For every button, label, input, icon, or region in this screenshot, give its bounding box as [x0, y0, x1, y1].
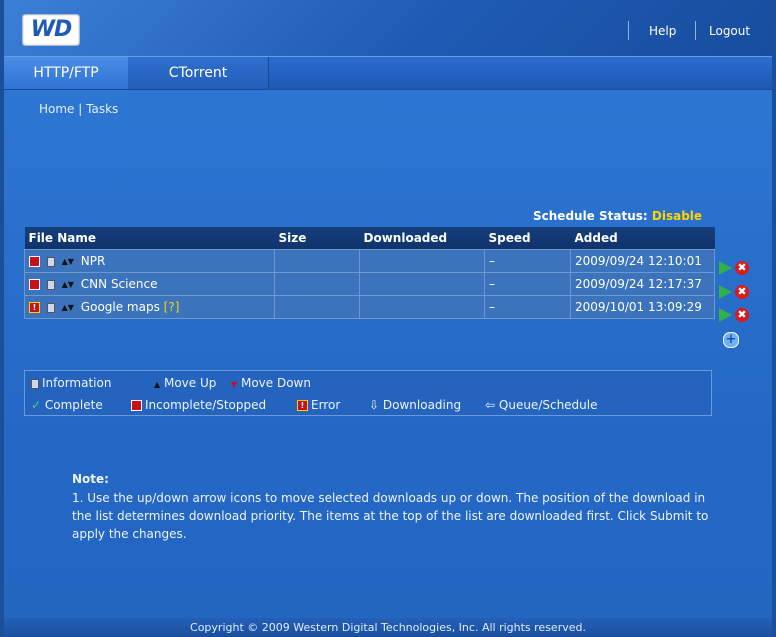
error-status-icon: ! — [297, 400, 308, 411]
add-download-icon[interactable]: + — [723, 332, 739, 348]
column-header-downloaded: Downloaded — [359, 227, 485, 250]
size-cell — [274, 295, 360, 319]
speed-cell: – — [484, 272, 571, 296]
table-row[interactable]: ▲▼ NPR – 2009/09/24 12:10:01 — [24, 249, 715, 273]
note-title: Note: — [72, 472, 109, 486]
note-body: 1. Use the up/down arrow icons to move s… — [72, 491, 709, 541]
information-icon[interactable] — [46, 302, 55, 313]
checkmark-icon: ✓ — [31, 398, 42, 412]
information-icon[interactable] — [46, 256, 55, 267]
legend-information: Information — [31, 376, 111, 390]
delete-icon[interactable]: ✖ — [735, 307, 749, 322]
queue-arrow-icon: ⇦ — [485, 398, 496, 412]
tab-http-ftp[interactable]: HTTP/FTP — [4, 57, 129, 89]
file-name: NPR — [80, 254, 106, 268]
breadcrumb-tasks[interactable]: Tasks — [86, 102, 118, 116]
download-arrow-icon: ⇩ — [369, 398, 380, 412]
help-link[interactable]: Help — [649, 24, 676, 38]
file-name: CNN Science — [80, 277, 158, 291]
tab-bar: HTTP/FTP CTorrent — [4, 56, 772, 90]
legend-move-up: ▲ Move Up — [154, 376, 217, 390]
column-header-speed: Speed — [484, 227, 571, 250]
table-row[interactable]: ▲▼ CNN Science – 2009/09/24 12:17:37 — [24, 272, 715, 296]
move-up-down-icon[interactable]: ▲▼ — [62, 257, 74, 266]
move-up-down-icon[interactable]: ▲▼ — [62, 303, 74, 312]
wd-logo: WD — [22, 14, 80, 46]
stopped-status-icon — [29, 256, 40, 267]
move-up-down-icon[interactable]: ▲▼ — [62, 280, 74, 289]
start-download-icon[interactable] — [719, 284, 732, 299]
header-bar: WD Help Logout — [4, 0, 772, 56]
footer-copyright: Copyright © 2009 Western Digital Technol… — [4, 618, 772, 637]
stopped-status-icon — [29, 279, 40, 290]
downloaded-cell — [359, 295, 485, 319]
start-download-icon[interactable] — [719, 307, 732, 322]
error-status-icon: ! — [29, 302, 40, 313]
file-name-cell: ▲▼ CNN Science — [24, 272, 275, 296]
file-name: Google maps — [80, 300, 160, 314]
column-header-added: Added — [570, 227, 715, 250]
tab-ctorrent[interactable]: CTorrent — [128, 57, 269, 89]
column-header-size: Size — [274, 227, 360, 250]
added-cell: 2009/09/24 12:17:37 — [570, 272, 715, 296]
legend-incomplete: Incomplete/Stopped — [131, 398, 266, 412]
move-up-icon: ▲ — [154, 380, 161, 389]
legend-queue: ⇦ Queue/Schedule — [485, 398, 598, 412]
row-actions: ✖ — [719, 284, 749, 299]
schedule-status: Schedule Status: Disable — [533, 209, 702, 223]
legend-box: Information ▲ Move Up ▼ Move Down ✓ Comp… — [24, 370, 712, 416]
schedule-status-label: Schedule Status: — [533, 209, 648, 223]
app-frame: WD Help Logout HTTP/FTP CTorrent Home | … — [0, 0, 776, 637]
stopped-status-icon — [131, 400, 142, 411]
header-separator — [695, 21, 696, 40]
legend-complete: ✓ Complete — [31, 398, 103, 412]
downloaded-cell — [359, 249, 485, 273]
downloaded-cell — [359, 272, 485, 296]
speed-cell: – — [484, 249, 571, 273]
move-down-icon: ▼ — [231, 380, 238, 389]
information-icon[interactable] — [46, 279, 55, 290]
size-cell — [274, 249, 360, 273]
legend-error: ! Error — [297, 398, 340, 412]
header-separator — [628, 21, 629, 40]
column-header-file-name: File Name — [24, 227, 275, 250]
start-download-icon[interactable] — [719, 260, 732, 275]
delete-icon[interactable]: ✖ — [735, 260, 749, 275]
legend-move-down: ▼ Move Down — [231, 376, 311, 390]
table-header-row: File Name Size Downloaded Speed Added — [24, 227, 715, 250]
breadcrumb-home[interactable]: Home — [39, 102, 74, 116]
legend-downloading: ⇩ Downloading — [369, 398, 462, 412]
logout-link[interactable]: Logout — [709, 24, 750, 38]
row-actions: ✖ — [719, 260, 749, 275]
delete-icon[interactable]: ✖ — [735, 284, 749, 299]
row-actions: ✖ — [719, 307, 749, 322]
downloads-table: File Name Size Downloaded Speed Added ▲▼… — [24, 227, 715, 319]
file-name-cell: ▲▼ NPR — [24, 249, 275, 273]
table-row[interactable]: ! ▲▼ Google maps [?] – 2009/10/01 13:09:… — [24, 295, 715, 319]
breadcrumb: Home | Tasks — [39, 102, 118, 116]
size-cell — [274, 272, 360, 296]
added-cell: 2009/10/01 13:09:29 — [570, 295, 715, 319]
speed-cell: – — [484, 295, 571, 319]
added-cell: 2009/09/24 12:10:01 — [570, 249, 715, 273]
schedule-status-value[interactable]: Disable — [652, 209, 702, 223]
error-help-link[interactable]: [?] — [164, 300, 180, 314]
breadcrumb-separator: | — [78, 102, 83, 116]
file-name-cell: ! ▲▼ Google maps [?] — [24, 295, 275, 319]
information-icon — [31, 378, 39, 389]
